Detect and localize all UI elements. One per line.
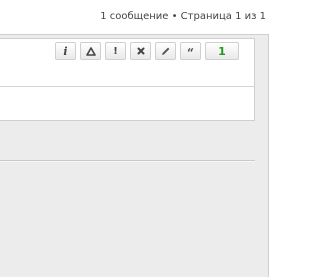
delete-icon bbox=[137, 47, 144, 55]
post-toolbar: i ! “ 1 bbox=[55, 42, 239, 60]
warn-button[interactable] bbox=[80, 42, 101, 60]
post-count: 1 bbox=[218, 44, 226, 58]
report-icon: ! bbox=[113, 45, 118, 57]
section-divider bbox=[0, 160, 255, 162]
post-area: i ! “ 1 bbox=[0, 34, 269, 277]
info-button[interactable]: i bbox=[55, 42, 76, 60]
warning-icon bbox=[85, 46, 96, 56]
post-count-button[interactable]: 1 bbox=[205, 42, 239, 60]
report-button[interactable]: ! bbox=[105, 42, 126, 60]
edit-button[interactable] bbox=[155, 42, 176, 60]
post-divider bbox=[0, 86, 254, 87]
pagination-info: 1 сообщение • Страница 1 из 1 bbox=[100, 11, 266, 22]
quote-button[interactable]: “ bbox=[180, 42, 201, 60]
info-icon: i bbox=[63, 44, 68, 58]
quote-icon: “ bbox=[187, 46, 194, 60]
delete-button[interactable] bbox=[130, 42, 151, 60]
edit-icon bbox=[162, 47, 170, 55]
